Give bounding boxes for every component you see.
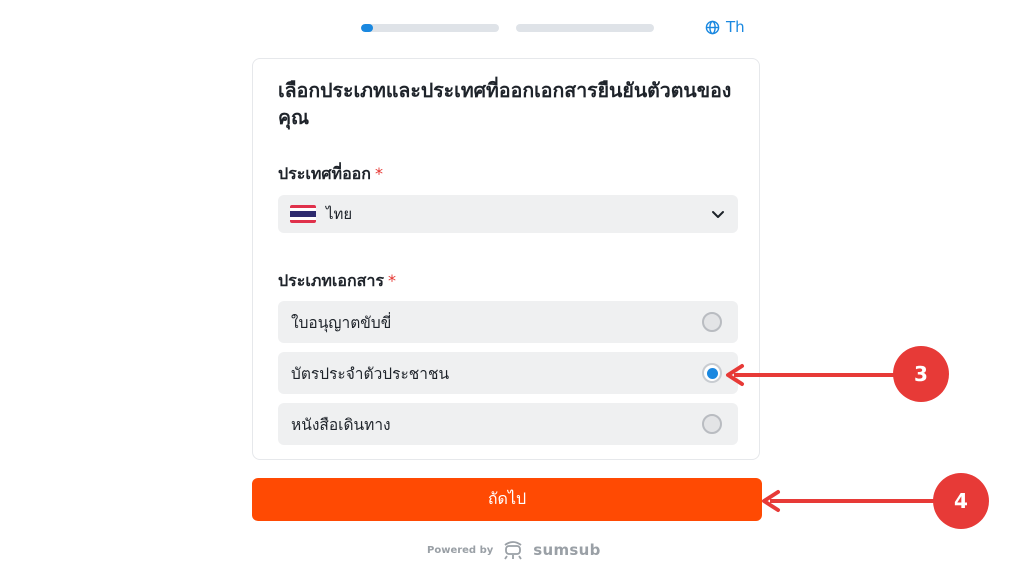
powered-by-footer: Powered by sumsub — [427, 540, 601, 560]
progress-steps — [361, 24, 654, 32]
language-label: Th — [726, 18, 745, 36]
sumsub-brand: sumsub — [533, 541, 601, 559]
document-option-id-card[interactable]: บัตรประจำตัวประชาชน — [278, 352, 738, 394]
progress-step-1-fill — [361, 24, 374, 32]
radio-button[interactable] — [702, 312, 722, 332]
progress-step-1 — [361, 24, 499, 32]
document-type-label-text: ประเภทเอกสาร — [278, 271, 385, 290]
progress-step-2 — [516, 24, 654, 32]
document-option-passport[interactable]: หนังสือเดินทาง — [278, 403, 738, 445]
document-selection-card: เลือกประเภทและประเทศที่ออกเอกสารยืนยันตั… — [252, 58, 760, 460]
page-title: เลือกประเภทและประเทศที่ออกเอกสารยืนยันตั… — [278, 79, 732, 129]
document-type-label: ประเภทเอกสาร * — [278, 269, 396, 294]
next-button[interactable]: ถัดไป — [252, 478, 762, 521]
powered-by-text: Powered by — [427, 544, 494, 556]
document-option-driving-license[interactable]: ใบอนุญาตขับขี่ — [278, 301, 738, 343]
country-select[interactable]: ไทย — [278, 195, 738, 233]
required-mark: * — [388, 271, 397, 290]
callout-badge-3: 3 — [893, 346, 949, 402]
thailand-flag-icon — [290, 205, 316, 223]
document-option-label: ใบอนุญาตขับขี่ — [291, 313, 392, 332]
sumsub-logo-icon — [504, 541, 522, 560]
callout-arrow-3 — [726, 364, 898, 386]
country-label: ประเทศที่ออก * — [278, 162, 383, 187]
callout-arrow-4 — [762, 490, 938, 512]
globe-icon — [705, 20, 720, 34]
callout-badge-4: 4 — [933, 473, 989, 529]
country-select-value: ไทย — [326, 205, 353, 223]
language-switcher[interactable]: Th — [705, 18, 745, 36]
document-option-label: หนังสือเดินทาง — [291, 415, 391, 434]
country-label-text: ประเทศที่ออก — [278, 164, 371, 183]
document-option-label: บัตรประจำตัวประชาชน — [291, 364, 450, 383]
chevron-down-icon — [712, 211, 724, 218]
radio-button[interactable] — [702, 414, 722, 434]
required-mark: * — [374, 164, 383, 183]
radio-button[interactable] — [702, 363, 722, 383]
